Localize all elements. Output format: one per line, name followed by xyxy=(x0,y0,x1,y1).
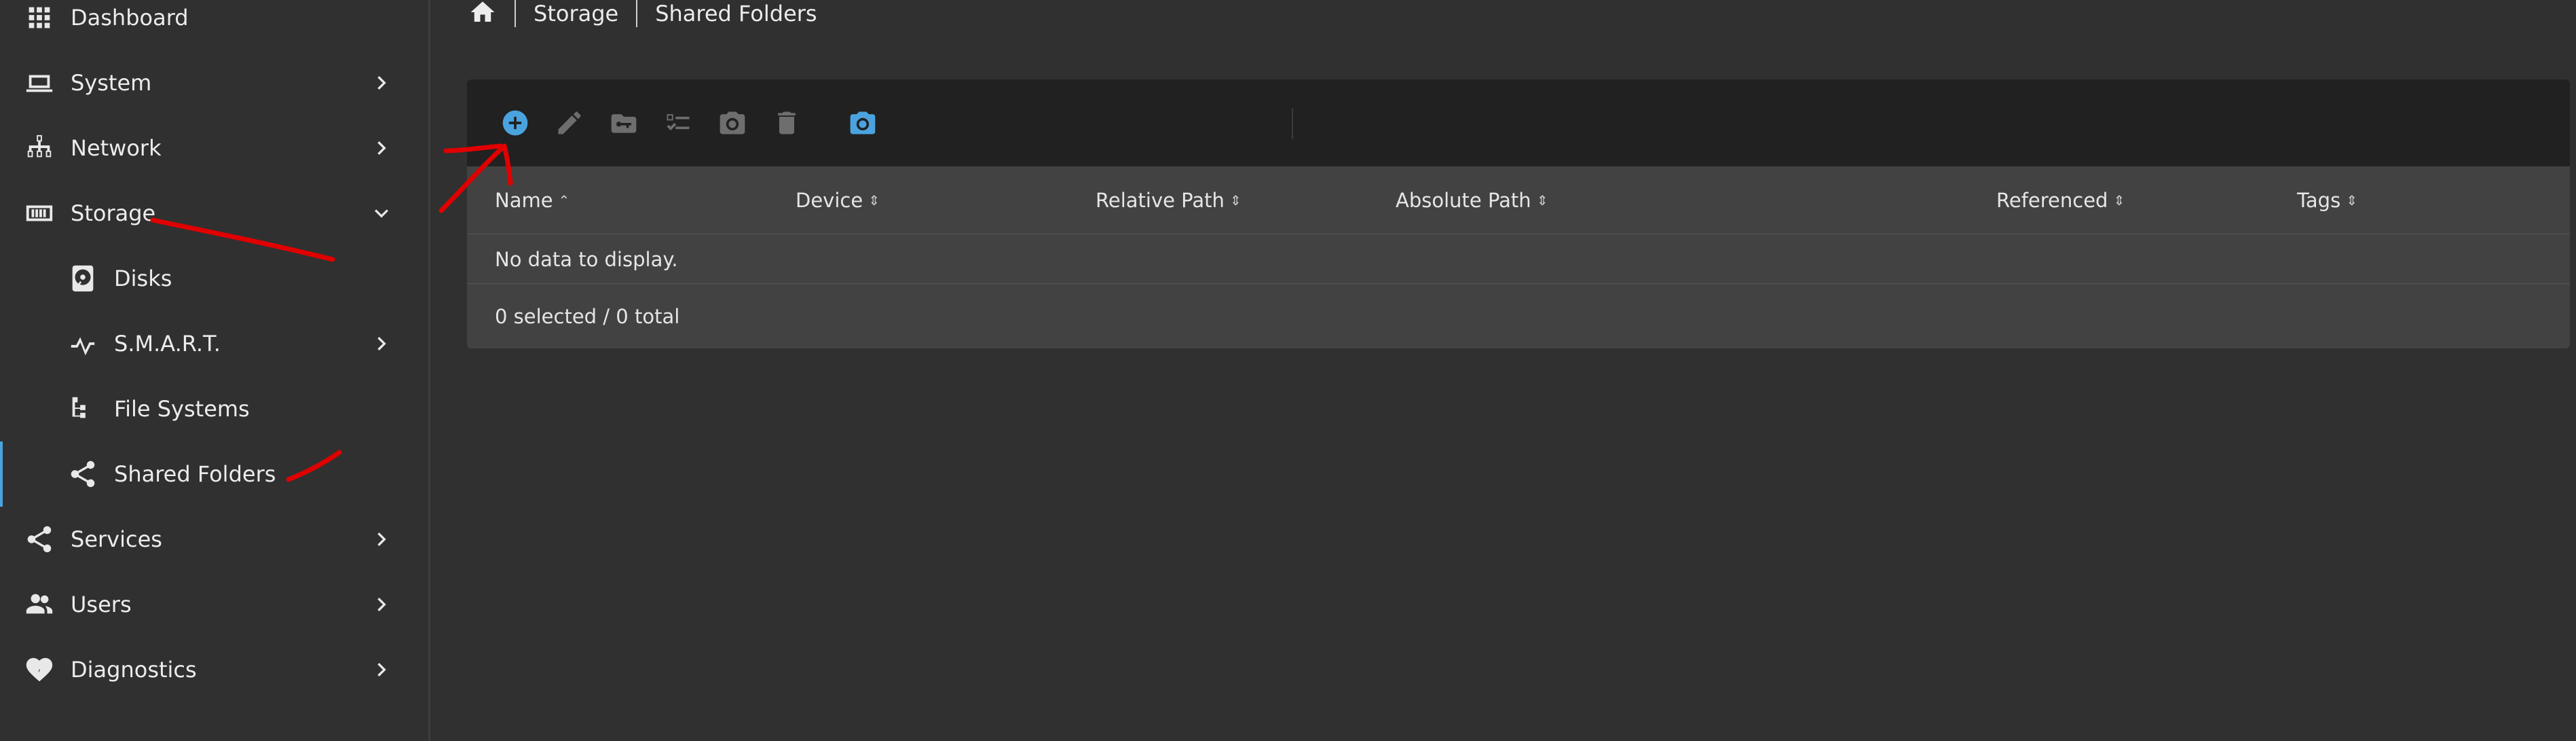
pulse-icon xyxy=(67,328,98,359)
sidebar-item-file-systems[interactable]: File Systems xyxy=(0,376,428,441)
checklist-icon xyxy=(667,114,690,130)
sidebar-item-smart[interactable]: S.M.A.R.T. xyxy=(0,311,428,376)
chevron-right-icon xyxy=(368,526,395,553)
sort-icon: ⇕ xyxy=(868,192,880,209)
table-footer: 0 selected / 0 total xyxy=(495,304,680,328)
column-header-referenced[interactable]: Referenced ⇕ xyxy=(1996,166,2125,234)
column-header-label: Name xyxy=(495,189,553,212)
sidebar-item-system[interactable]: System xyxy=(0,50,428,115)
chevron-down-icon xyxy=(368,200,395,227)
breadcrumb-separator xyxy=(515,0,516,27)
share-icon xyxy=(67,458,98,490)
plus-circle-icon xyxy=(502,110,528,136)
snapshots-button[interactable] xyxy=(846,107,879,139)
sidebar-item-label: Shared Folders xyxy=(114,461,276,487)
chevron-right-icon xyxy=(368,134,395,162)
chevron-right-icon xyxy=(368,330,395,357)
breadcrumb-storage[interactable]: Storage xyxy=(534,1,618,26)
sidebar-item-label: S.M.A.R.T. xyxy=(114,331,221,357)
chevron-right-icon xyxy=(368,69,395,96)
home-icon[interactable] xyxy=(468,0,497,29)
heart-pulse-icon xyxy=(24,654,55,685)
sidebar-item-label: Users xyxy=(71,592,132,617)
trash-icon xyxy=(778,111,796,134)
column-header-tags[interactable]: Tags ⇕ xyxy=(2297,166,2357,234)
camera-icon xyxy=(850,111,876,134)
sort-icon: ⇕ xyxy=(2113,192,2125,209)
privileges-button[interactable] xyxy=(608,107,640,139)
sidebar-item-diagnostics[interactable]: Diagnostics xyxy=(0,637,428,702)
apps-grid-icon xyxy=(24,2,55,33)
sidebar-item-label: Storage xyxy=(71,200,156,226)
network-icon xyxy=(24,132,55,164)
folder-key-icon xyxy=(611,114,637,133)
breadcrumb-shared-folders: Shared Folders xyxy=(655,1,817,26)
sidebar-item-label: Dashboard xyxy=(71,5,189,31)
empty-message: No data to display. xyxy=(467,235,2570,284)
column-header-label: Absolute Path xyxy=(1396,189,1531,212)
storage-icon xyxy=(24,198,55,229)
sort-icon: ⇕ xyxy=(2346,192,2357,209)
sidebar-item-services[interactable]: Services xyxy=(0,507,428,572)
column-header-label: Tags xyxy=(2297,189,2341,212)
harddisk-icon xyxy=(67,263,98,294)
sidebar-item-label: Diagnostics xyxy=(71,657,197,683)
sort-icon: ⇕ xyxy=(1229,192,1242,209)
camera-icon xyxy=(720,111,745,134)
breadcrumb-separator xyxy=(636,0,638,27)
edit-button[interactable] xyxy=(553,107,586,139)
share-icon xyxy=(24,524,55,555)
shared-folders-panel: Name ⌃ Device ⇕ Relative Path ⇕ Absolute… xyxy=(467,79,2570,348)
sidebar-item-label: Disks xyxy=(114,266,172,291)
breadcrumb: Storage Shared Folders xyxy=(468,0,817,27)
column-header-device[interactable]: Device ⇕ xyxy=(796,166,880,234)
column-header-label: Referenced xyxy=(1996,189,2108,212)
sidebar-item-storage[interactable]: Storage xyxy=(0,181,428,246)
add-button[interactable] xyxy=(499,107,531,139)
sidebar-item-label: System xyxy=(71,70,152,96)
sidebar-item-users[interactable]: Users xyxy=(0,572,428,637)
sidebar-item-label: Services xyxy=(71,526,162,552)
delete-button[interactable] xyxy=(770,107,803,139)
sidebar-item-shared-folders[interactable]: Shared Folders xyxy=(0,441,428,507)
laptop-icon xyxy=(24,67,55,98)
column-header-name[interactable]: Name ⌃ xyxy=(495,166,570,234)
column-header-absolute-path[interactable]: Absolute Path ⇕ xyxy=(1396,166,1548,234)
users-icon xyxy=(24,589,55,620)
toolbar-separator xyxy=(1292,108,1293,139)
column-header-label: Device xyxy=(796,189,863,212)
column-header-relative-path[interactable]: Relative Path ⇕ xyxy=(1096,166,1242,234)
column-header-label: Relative Path xyxy=(1096,189,1225,212)
sidebar: Dashboard System Network Storage Disks S… xyxy=(0,0,430,741)
chevron-right-icon xyxy=(368,591,395,618)
sidebar-item-disks[interactable]: Disks xyxy=(0,246,428,311)
chevron-right-icon xyxy=(368,656,395,683)
sort-icon: ⇕ xyxy=(1536,192,1548,209)
sidebar-item-label: Network xyxy=(71,135,162,161)
file-tree-icon xyxy=(67,393,98,424)
snapshot-button[interactable] xyxy=(716,107,749,139)
table-header: Name ⌃ Device ⇕ Relative Path ⇕ Absolute… xyxy=(467,166,2570,234)
sidebar-item-dashboard[interactable]: Dashboard xyxy=(0,0,428,50)
toolbar xyxy=(467,79,2570,166)
pencil-icon xyxy=(558,111,581,134)
sidebar-item-label: File Systems xyxy=(114,396,250,422)
sidebar-item-network[interactable]: Network xyxy=(0,115,428,181)
acl-button[interactable] xyxy=(662,107,694,139)
sort-ascending-icon: ⌃ xyxy=(558,192,570,209)
